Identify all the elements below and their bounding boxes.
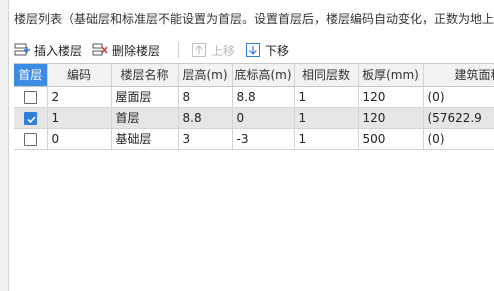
area-cell[interactable]: (0) xyxy=(423,128,494,150)
left-panel-edge xyxy=(0,0,9,291)
move-down-label: 下移 xyxy=(265,43,290,58)
delete-floor-button[interactable]: 删除楼层 xyxy=(92,39,160,61)
insert-floor-label: 插入楼层 xyxy=(34,43,83,58)
first-floor-checkbox[interactable] xyxy=(23,90,37,104)
column-header-floor-name[interactable]: 楼层名称 xyxy=(111,64,179,87)
delete-floor-label: 删除楼层 xyxy=(112,43,161,58)
column-header-height[interactable]: 层高(m) xyxy=(178,64,233,87)
area-cell[interactable]: (0) xyxy=(423,86,494,108)
height-cell[interactable]: 8.8 xyxy=(178,107,233,129)
table-row[interactable]: 0 基础层 3 -3 1 500 (0) xyxy=(14,128,494,150)
floor-toolbar: 插入楼层 删除楼层 上移 下移 xyxy=(14,38,494,62)
same-count-cell[interactable]: 1 xyxy=(294,107,359,129)
column-header-slab-thickness[interactable]: 板厚(mm) xyxy=(358,64,424,87)
column-header-base-elevation[interactable]: 底标高(m) xyxy=(232,64,295,87)
floor-name-cell[interactable]: 基础层 xyxy=(111,128,179,150)
base-elevation-cell[interactable]: 0 xyxy=(232,107,295,129)
first-floor-cell[interactable] xyxy=(14,107,48,129)
code-cell[interactable]: 1 xyxy=(47,107,112,129)
move-up-icon xyxy=(191,42,207,58)
delete-floor-icon xyxy=(92,42,108,58)
slab-thickness-cell[interactable]: 500 xyxy=(358,128,424,150)
column-header-first-floor[interactable]: 首层 xyxy=(14,64,48,87)
code-cell[interactable]: 0 xyxy=(47,128,112,150)
table-header-row: 首层 编码 楼层名称 层高(m) 底标高(m) 相同层数 板厚(mm) 建筑面积 xyxy=(14,64,494,87)
insert-floor-button[interactable]: 插入楼层 xyxy=(14,39,82,61)
insert-floor-icon xyxy=(14,42,30,58)
area-cell[interactable]: (57622.9 xyxy=(423,107,494,129)
first-floor-cell[interactable] xyxy=(14,86,48,108)
column-header-code[interactable]: 编码 xyxy=(47,64,112,87)
floor-name-cell[interactable]: 首层 xyxy=(111,107,179,129)
move-down-button[interactable]: 下移 xyxy=(245,39,289,61)
column-header-same-count[interactable]: 相同层数 xyxy=(294,64,359,87)
toolbar-divider xyxy=(178,42,180,58)
code-cell[interactable]: 2 xyxy=(47,86,112,108)
floor-table: 首层 编码 楼层名称 层高(m) 底标高(m) 相同层数 板厚(mm) 建筑面积… xyxy=(14,63,494,291)
base-elevation-cell[interactable]: -3 xyxy=(232,128,295,150)
slab-thickness-cell[interactable]: 120 xyxy=(358,86,424,108)
same-count-cell[interactable]: 1 xyxy=(294,86,359,108)
panel-title: 楼层列表（基础层和标准层不能设置为首层。设置首层后，楼层编码自动变化，正数为地上… xyxy=(14,12,494,26)
base-elevation-cell[interactable]: 8.8 xyxy=(232,86,295,108)
first-floor-checkbox[interactable] xyxy=(23,132,37,146)
move-down-icon xyxy=(245,42,261,58)
move-up-button[interactable]: 上移 xyxy=(191,39,235,61)
move-up-label: 上移 xyxy=(211,43,236,58)
first-floor-checkbox-checked[interactable] xyxy=(23,111,37,125)
floor-name-cell[interactable]: 屋面层 xyxy=(111,86,179,108)
height-cell[interactable]: 3 xyxy=(178,128,233,150)
first-floor-cell[interactable] xyxy=(14,128,48,150)
table-row[interactable]: 1 首层 8.8 0 1 120 (57622.9 xyxy=(14,107,494,129)
column-header-area[interactable]: 建筑面积 xyxy=(423,64,494,87)
slab-thickness-cell[interactable]: 120 xyxy=(358,107,424,129)
height-cell[interactable]: 8 xyxy=(178,86,233,108)
same-count-cell[interactable]: 1 xyxy=(294,128,359,150)
table-row[interactable]: 2 屋面层 8 8.8 1 120 (0) xyxy=(14,86,494,108)
